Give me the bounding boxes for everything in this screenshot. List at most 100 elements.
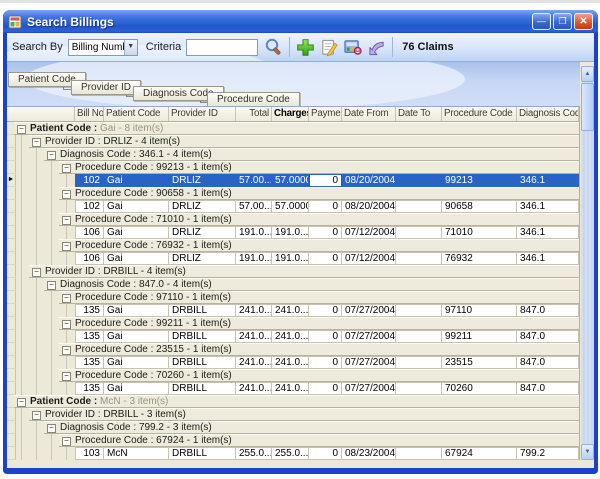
- cell-charges: 255.0...: [272, 447, 309, 460]
- collapse-icon[interactable]: −: [32, 138, 41, 147]
- group-row-procedure-code[interactable]: −Procedure Code : 90658 - 1 item(s): [7, 187, 579, 200]
- cell-total: 191.0...: [236, 252, 272, 265]
- group-row-patient-code[interactable]: −Patient Code : McN - 3 item(s): [7, 395, 579, 408]
- data-row[interactable]: 103McNDRBILL255.0...255.0...008/23/20046…: [7, 447, 579, 460]
- collapse-icon[interactable]: −: [62, 216, 71, 225]
- group-field-name: Procedure Code :: [75, 240, 156, 251]
- group-row-procedure-code[interactable]: −Procedure Code : 97110 - 1 item(s): [7, 291, 579, 304]
- column-header-charges[interactable]: Charges: [272, 107, 309, 121]
- scroll-thumb[interactable]: [581, 83, 594, 131]
- collapse-icon[interactable]: −: [47, 281, 56, 290]
- data-row[interactable]: 106GaiDRLIZ191.0...191.0...007/12/200471…: [7, 226, 579, 239]
- refresh-button[interactable]: [365, 36, 389, 58]
- collapse-icon[interactable]: −: [62, 437, 71, 446]
- scroll-down-button[interactable]: ▼: [581, 444, 594, 460]
- collapse-icon[interactable]: −: [17, 125, 26, 134]
- row-selector-cell: [7, 330, 16, 343]
- search-by-value: Billing Number: [69, 42, 124, 53]
- group-row-procedure-code[interactable]: −Procedure Code : 99211 - 1 item(s): [7, 317, 579, 330]
- indent-guide: [36, 200, 37, 213]
- cell-total: 191.0...: [236, 226, 272, 239]
- group-box-procedure-code[interactable]: Procedure Code: [207, 92, 300, 107]
- group-row-diagnosis-code[interactable]: −Diagnosis Code : 799.2 - 3 item(s): [7, 421, 579, 434]
- column-header-date-to[interactable]: Date To: [396, 107, 442, 121]
- group-row-diagnosis-code[interactable]: −Diagnosis Code : 847.0 - 4 item(s): [7, 278, 579, 291]
- edit-claim-button[interactable]: [317, 36, 341, 58]
- add-claim-button[interactable]: [293, 36, 317, 58]
- collapse-icon[interactable]: −: [32, 268, 41, 277]
- group-row-patient-code[interactable]: −Patient Code : Gai - 8 item(s): [7, 122, 579, 135]
- collapse-icon[interactable]: −: [62, 372, 71, 381]
- group-band: −Diagnosis Code : 799.2 - 3 item(s): [44, 421, 579, 434]
- group-row-procedure-code[interactable]: −Procedure Code : 23515 - 1 item(s): [7, 343, 579, 356]
- group-row-procedure-code[interactable]: −Procedure Code : 99213 - 1 item(s): [7, 161, 579, 174]
- cell-provider: DRBILL: [169, 447, 236, 460]
- collapse-icon[interactable]: −: [62, 320, 71, 329]
- scroll-up-button[interactable]: ▲: [581, 66, 594, 82]
- collapse-icon[interactable]: −: [62, 242, 71, 251]
- column-header-patient-code[interactable]: Patient Code: [104, 107, 169, 121]
- group-row-provider-id[interactable]: −Provider ID : DRBILL - 3 item(s): [7, 408, 579, 421]
- group-row-diagnosis-code[interactable]: −Diagnosis Code : 346.1 - 4 item(s): [7, 148, 579, 161]
- curved-arrow-icon: [367, 38, 387, 57]
- group-box-provider-id[interactable]: Provider ID: [71, 80, 141, 95]
- plus-icon: [296, 38, 315, 57]
- group-value: DRBILL - 3 item(s): [103, 409, 185, 420]
- indent-guide: [51, 382, 52, 395]
- collapse-icon[interactable]: −: [47, 151, 56, 160]
- cell-procedure: 99211: [442, 330, 517, 343]
- column-header-total[interactable]: Total: [236, 107, 272, 121]
- data-row[interactable]: 135GaiDRBILL241.0...241.0...007/27/20049…: [7, 330, 579, 343]
- indent-guide: [51, 317, 52, 330]
- column-header-date-from[interactable]: Date From: [342, 107, 396, 121]
- group-row-provider-id[interactable]: −Provider ID : DRBILL - 4 item(s): [7, 265, 579, 278]
- data-row[interactable]: ►102GaiDRLIZ57.00...57.0000008/20/200499…: [7, 174, 579, 187]
- group-row-procedure-code[interactable]: −Procedure Code : 70260 - 1 item(s): [7, 369, 579, 382]
- group-band: −Patient Code : Gai - 8 item(s): [14, 122, 579, 135]
- group-row-procedure-code[interactable]: −Procedure Code : 67924 - 1 item(s): [7, 434, 579, 447]
- column-header-bill-no[interactable]: Bill No.: [75, 107, 104, 121]
- column-header-provider-id[interactable]: Provider ID: [169, 107, 236, 121]
- group-row-procedure-code[interactable]: −Procedure Code : 71010 - 1 item(s): [7, 213, 579, 226]
- group-row-procedure-code[interactable]: −Procedure Code : 76932 - 1 item(s): [7, 239, 579, 252]
- group-band: −Provider ID : DRBILL - 3 item(s): [29, 408, 579, 421]
- collapse-icon[interactable]: −: [32, 411, 41, 420]
- group-value: 71010 - 1 item(s): [156, 214, 232, 225]
- collapse-icon[interactable]: −: [62, 346, 71, 355]
- minimize-button[interactable]: —: [532, 13, 551, 30]
- search-by-dropdown[interactable]: Billing Number ▼: [68, 39, 138, 56]
- collapse-icon[interactable]: −: [17, 398, 26, 407]
- data-row[interactable]: 106GaiDRLIZ191.0...191.0...007/12/200476…: [7, 252, 579, 265]
- column-header-payme[interactable]: Payme...: [309, 107, 342, 121]
- indent-guide: [36, 213, 37, 226]
- collapse-icon[interactable]: −: [47, 424, 56, 433]
- group-band: −Procedure Code : 23515 - 1 item(s): [59, 343, 579, 356]
- group-field-name: Provider ID :: [45, 266, 103, 277]
- collapse-icon[interactable]: −: [62, 164, 71, 173]
- vertical-scrollbar[interactable]: ▲ ▼: [581, 66, 594, 460]
- row-selector-cell: [7, 161, 16, 174]
- payment-edit-cell[interactable]: 0: [309, 174, 342, 187]
- collapse-icon[interactable]: −: [62, 190, 71, 199]
- column-header-diagnosis-code[interactable]: Diagnosis Code: [517, 107, 579, 121]
- data-row[interactable]: 135GaiDRBILL241.0...241.0...007/27/20047…: [7, 382, 579, 395]
- criteria-input[interactable]: [186, 39, 258, 56]
- data-row[interactable]: 135GaiDRBILL241.0...241.0...007/27/20042…: [7, 356, 579, 369]
- group-row-provider-id[interactable]: −Provider ID : DRLIZ - 4 item(s): [7, 135, 579, 148]
- group-band: −Procedure Code : 99211 - 1 item(s): [59, 317, 579, 330]
- group-value: 97110 - 1 item(s): [156, 292, 231, 303]
- column-header-procedure-code[interactable]: Procedure Code: [442, 107, 517, 121]
- indent-guide: [36, 434, 37, 447]
- data-row[interactable]: 102GaiDRLIZ57.00...57.0000008/20/2004906…: [7, 200, 579, 213]
- cell-date_to: [396, 252, 442, 265]
- data-row[interactable]: 135GaiDRBILL241.0...241.0...007/27/20049…: [7, 304, 579, 317]
- close-button[interactable]: ✕: [574, 13, 593, 30]
- cell-procedure: 97110: [442, 304, 517, 317]
- cell-patient: Gai: [104, 226, 169, 239]
- collapse-icon[interactable]: −: [62, 294, 71, 303]
- report-preview-button[interactable]: [341, 36, 365, 58]
- chevron-down-icon[interactable]: ▼: [124, 40, 137, 55]
- search-button[interactable]: [262, 36, 286, 58]
- row-selector-cell: [7, 148, 16, 161]
- maximize-button[interactable]: ❐: [553, 13, 572, 30]
